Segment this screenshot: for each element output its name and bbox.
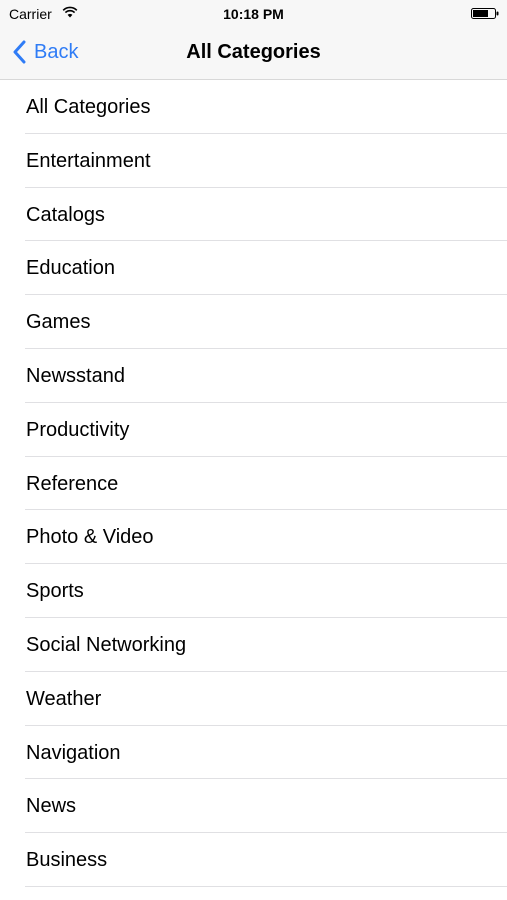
- list-item-label: Reference: [26, 472, 119, 495]
- list-item-label: Newsstand: [26, 364, 125, 387]
- list-item[interactable]: Reference: [0, 457, 507, 511]
- battery-icon: [471, 8, 499, 19]
- list-item[interactable]: Catalogs: [0, 188, 507, 242]
- list-item-label: Education: [26, 257, 115, 280]
- list-item-label: Business: [26, 849, 108, 872]
- app-screen: Carrier 10:18 PM Back All Categories All…: [0, 0, 507, 900]
- list-item-label: Entertainment: [26, 149, 151, 172]
- list-item[interactable]: Social Networking: [0, 618, 507, 672]
- list-item-label: Navigation: [26, 741, 121, 764]
- top-bar: Carrier 10:18 PM Back All Categories: [0, 0, 507, 80]
- list-item-label: Sports: [26, 580, 84, 603]
- list-item[interactable]: Photo & Video: [0, 510, 507, 564]
- status-bar: Carrier 10:18 PM: [0, 0, 507, 28]
- list-item[interactable]: Navigation: [0, 726, 507, 780]
- list-item-label: Catalogs: [26, 203, 105, 226]
- list-item[interactable]: Newsstand: [0, 349, 507, 403]
- list-item[interactable]: Games: [0, 295, 507, 349]
- list-item[interactable]: News: [0, 779, 507, 833]
- status-time: 10:18 PM: [223, 6, 284, 22]
- category-list: All Categories Entertainment Catalogs Ed…: [0, 80, 507, 887]
- list-item[interactable]: Weather: [0, 672, 507, 726]
- list-item-label: Productivity: [26, 418, 130, 441]
- list-item-label: Social Networking: [26, 633, 187, 656]
- list-item-label: Photo & Video: [26, 526, 154, 549]
- list-item-label: All Categories: [26, 96, 151, 118]
- list-item[interactable]: Sports: [0, 564, 507, 618]
- list-item[interactable]: Productivity: [0, 403, 507, 457]
- page-title: All Categories: [186, 41, 321, 63]
- list-item[interactable]: Education: [0, 241, 507, 295]
- list-item[interactable]: Entertainment: [0, 134, 507, 188]
- list-item-label: News: [26, 795, 77, 818]
- list-item[interactable]: Business: [0, 833, 507, 887]
- list-item-label: Weather: [26, 687, 102, 710]
- list-item-label: Games: [26, 311, 91, 334]
- list-item[interactable]: All Categories: [0, 80, 507, 134]
- navigation-bar: Back All Categories: [0, 28, 507, 80]
